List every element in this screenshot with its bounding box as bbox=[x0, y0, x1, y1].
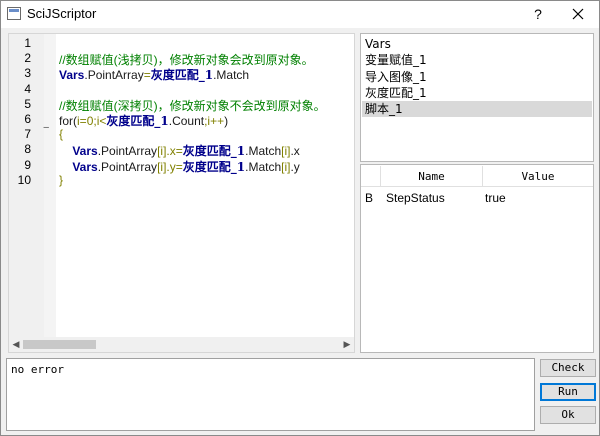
column-header-name[interactable]: Name bbox=[381, 166, 483, 187]
code-editor[interactable]: 1 2 3 4 5 6 7 8 9 10 − //数组赋值(浅拷贝)，修改新对象会改到原对象。 Va… bbox=[8, 33, 355, 353]
output-console[interactable]: no error bbox=[6, 358, 535, 431]
code-token: 灰度匹配_1 bbox=[106, 114, 169, 128]
column-header-flag[interactable] bbox=[361, 166, 381, 187]
line-number: 10 bbox=[17, 172, 31, 187]
code-token: Vars bbox=[59, 68, 85, 83]
check-button[interactable]: Check bbox=[540, 359, 596, 377]
fold-margin[interactable]: − bbox=[43, 34, 56, 337]
step-status-table[interactable]: Name Value B StepStatus true bbox=[360, 164, 594, 353]
scroll-left-icon[interactable]: ◀ bbox=[11, 339, 21, 350]
code-token: { bbox=[59, 127, 64, 142]
code-line: } bbox=[59, 173, 63, 187]
fold-collapse-icon[interactable]: − bbox=[43, 122, 49, 134]
line-number: 5 bbox=[24, 96, 31, 111]
table-cell-flag: B bbox=[365, 191, 374, 205]
code-token: ;i++ bbox=[204, 114, 225, 128]
table-cell-value: true bbox=[485, 191, 506, 205]
code-token: .PointArray bbox=[97, 159, 158, 174]
horizontal-scrollbar[interactable]: ◀ ▶ bbox=[9, 337, 354, 352]
scrollbar-thumb[interactable] bbox=[23, 340, 96, 349]
code-token: .Match bbox=[245, 144, 282, 159]
code-line: Vars.PointArray[i].y=灰度匹配_1.Match[i].y bbox=[59, 158, 300, 175]
variables-list-item[interactable]: Vars bbox=[362, 36, 592, 52]
code-token: [i] bbox=[157, 144, 167, 159]
code-line: { bbox=[59, 127, 63, 141]
code-token: } bbox=[59, 172, 64, 187]
scijscriptor-window: SciJScriptor ? 1 2 3 4 5 6 7 8 9 10 − //数组赋值(浅拷贝)… bbox=[0, 0, 600, 436]
code-token: .Count bbox=[168, 114, 205, 128]
code-token: [i] bbox=[157, 159, 167, 174]
code-token: Vars bbox=[72, 144, 98, 159]
variables-list-item[interactable]: 灰度匹配_1 bbox=[362, 85, 592, 101]
line-number: 4 bbox=[24, 81, 31, 96]
code-token: .x bbox=[290, 144, 300, 159]
close-button[interactable] bbox=[563, 4, 593, 24]
window-title: SciJScriptor bbox=[27, 6, 97, 21]
line-number: 6 bbox=[24, 112, 31, 126]
code-token: Vars bbox=[72, 159, 98, 174]
code-token: 灰度匹配_1 bbox=[182, 159, 246, 174]
code-text-area[interactable]: //数组赋值(浅拷贝)，修改新对象会改到原对象。 Vars.PointArray=… bbox=[56, 34, 354, 337]
close-icon bbox=[572, 8, 584, 20]
column-header-value[interactable]: Value bbox=[483, 166, 593, 187]
code-line: for(i=0;i<灰度匹配_1.Count;i++) bbox=[59, 112, 228, 129]
code-token: .Match bbox=[213, 68, 250, 83]
code-token: 灰度匹配_1 bbox=[150, 68, 214, 83]
code-token: .x= bbox=[166, 144, 183, 159]
code-token: ) bbox=[224, 114, 229, 128]
scroll-right-icon[interactable]: ▶ bbox=[342, 339, 352, 350]
variables-list-item[interactable]: 变量赋值_1 bbox=[362, 52, 592, 68]
line-number: 3 bbox=[24, 66, 31, 81]
variables-list-item[interactable]: 脚本_1 bbox=[362, 101, 592, 118]
title-bar: SciJScriptor ? bbox=[1, 1, 599, 28]
table-cell-name: StepStatus bbox=[386, 191, 445, 205]
code-token: i=0;i< bbox=[77, 114, 107, 128]
line-number: 2 bbox=[24, 51, 31, 66]
code-token: .PointArray bbox=[97, 144, 158, 159]
variables-list[interactable]: Vars 变量赋值_1 导入图像_1 灰度匹配_1 脚本_1 bbox=[360, 33, 594, 162]
ok-button[interactable]: Ok bbox=[540, 406, 596, 424]
code-token: for bbox=[59, 114, 74, 128]
line-number: 8 bbox=[24, 142, 31, 157]
app-window-icon bbox=[7, 7, 21, 20]
code-token: .PointArray bbox=[84, 68, 144, 83]
run-button[interactable]: Run bbox=[540, 383, 596, 401]
code-token: //数组赋值(深拷贝)，修改新对象不会改到原对象。 bbox=[59, 98, 326, 113]
help-button[interactable]: ? bbox=[525, 4, 551, 24]
line-number: 9 bbox=[24, 157, 31, 172]
code-token: .y bbox=[290, 159, 300, 174]
code-token: = bbox=[143, 68, 151, 83]
code-token: 灰度匹配_1 bbox=[182, 144, 246, 159]
variables-list-item[interactable]: 导入图像_1 bbox=[362, 69, 592, 85]
line-number: 1 bbox=[24, 36, 31, 50]
code-line: Vars.PointArray=灰度匹配_1.Match bbox=[59, 66, 249, 83]
code-token: //数组赋值(浅拷贝)，修改新对象会改到原对象。 bbox=[59, 53, 314, 68]
output-text: no error bbox=[11, 363, 64, 376]
code-token: .y= bbox=[166, 159, 183, 174]
code-token: .Match bbox=[245, 159, 282, 174]
line-number: 7 bbox=[24, 127, 31, 142]
